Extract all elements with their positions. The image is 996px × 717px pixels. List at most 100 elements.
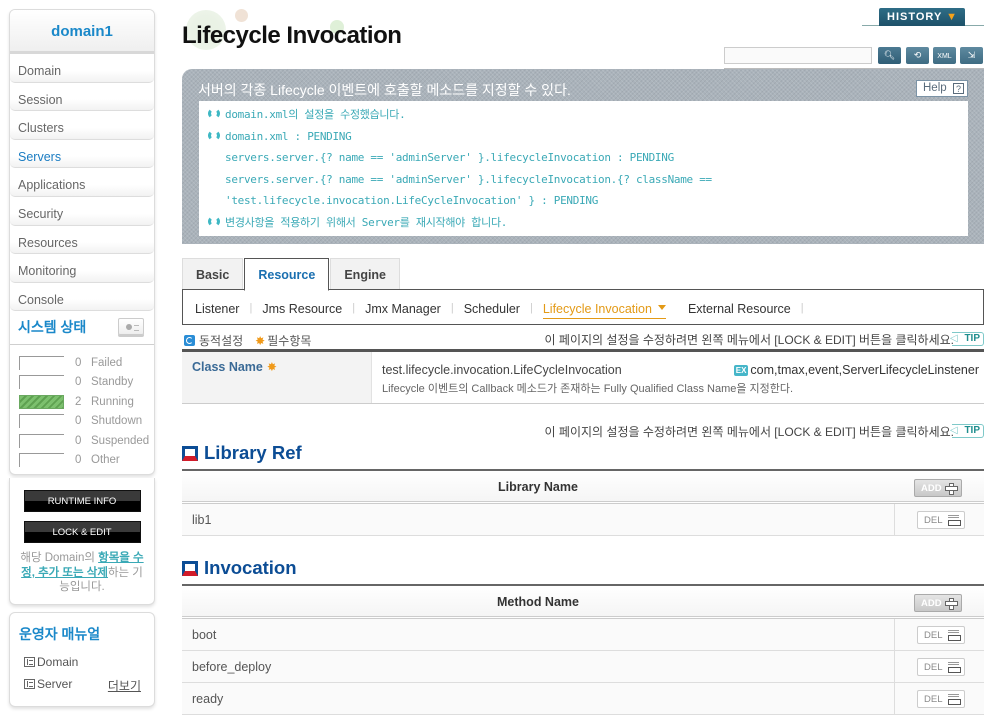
minus-icon — [948, 662, 961, 673]
sidebar-item-resources[interactable]: Resources — [10, 225, 154, 255]
sub-tabs: Listener | Jms Resource | Jmx Manager | Sch… — [182, 289, 984, 325]
manual-title: 운영자 매뉴얼 — [19, 626, 101, 642]
status-label: Other — [91, 453, 120, 466]
domain-name[interactable]: domain1 — [10, 10, 154, 54]
sidebar-item-clusters[interactable]: Clusters — [10, 111, 154, 140]
system-status-title: 시스템 상태 — [18, 319, 87, 336]
class-name-field: Class Name ✸ test.lifecycle.invocation.Li… — [182, 349, 984, 404]
manual-label: Server — [37, 677, 73, 691]
status-bar — [19, 433, 64, 448]
column-header: Library Name — [498, 480, 578, 494]
help-button[interactable]: Help ? — [916, 80, 968, 97]
subtab-scheduler[interactable]: Scheduler — [464, 302, 520, 324]
button-label: DEL — [924, 662, 943, 673]
plus-icon — [945, 483, 958, 495]
message-line: servers.server.{? name == 'adminServer' … — [208, 169, 968, 191]
subtab-jmx-manager[interactable]: Jmx Manager — [365, 302, 441, 324]
status-count: 2 — [75, 395, 82, 408]
search-button[interactable]: 🔍︎ — [878, 47, 901, 64]
sidebar-item-domain[interactable]: Domain — [10, 54, 154, 83]
status-label: Shutdown — [91, 415, 143, 428]
status-bar — [19, 394, 64, 409]
search-input[interactable] — [724, 47, 872, 64]
action-cell: DEL — [894, 619, 984, 650]
button-label: DEL — [924, 515, 943, 526]
button-label: DEL — [924, 694, 943, 705]
xml-export-icon: XML — [937, 53, 952, 60]
sidebar-item-security[interactable]: Security — [10, 196, 154, 226]
manual-link-domain[interactable]: Domain — [24, 655, 78, 669]
action-cell: DEL — [894, 651, 984, 682]
tab-resource[interactable]: Resource — [244, 258, 330, 291]
sidebar-item-servers[interactable]: Servers — [10, 139, 154, 169]
subtab-lifecycle-invocation[interactable]: Lifecycle Invocation — [542, 302, 666, 319]
status-row-failed: 0 Failed — [19, 353, 154, 372]
add-method-button[interactable]: ADD — [914, 594, 962, 612]
add-library-button[interactable]: ADD — [914, 479, 962, 497]
message-line: domain.xml의 설정을 수정했습니다. — [208, 104, 968, 126]
status-bar — [19, 452, 64, 467]
minus-icon — [948, 694, 961, 705]
status-bar — [19, 414, 64, 429]
tip-badge: TIP — [950, 332, 984, 346]
class-name-value-cell: test.lifecycle.invocation.LifeCycleInvoc… — [372, 352, 984, 403]
book-icon — [24, 679, 35, 689]
message-line: servers.server.{? name == 'adminServer' … — [208, 147, 968, 169]
tip-badge: TIP — [950, 424, 984, 438]
refresh-button[interactable]: ⟲ — [906, 47, 929, 64]
message-text: servers.server.{? name == 'adminServer' … — [225, 151, 674, 165]
status-label: Suspended — [91, 434, 150, 447]
subtab-label: Lifecycle Invocation — [542, 302, 652, 316]
status-count: 0 — [75, 357, 82, 370]
invocation-title: Invocation — [182, 557, 297, 579]
status-label: Standby — [91, 376, 134, 389]
message-text: domain.xml : PENDING — [225, 129, 352, 143]
runtime-info-button[interactable]: RUNTIME INFO — [23, 490, 141, 512]
more-link[interactable]: 더보기 — [108, 677, 141, 694]
table-row: before_deploy DEL — [182, 651, 984, 683]
sidebar-item-session[interactable]: Session — [10, 82, 154, 112]
method-name-cell: before_deploy — [192, 660, 272, 674]
sidebar-item-applications[interactable]: Applications — [10, 168, 154, 197]
tab-engine[interactable]: Engine — [330, 258, 401, 289]
subtab-jms-resource[interactable]: Jms Resource — [262, 302, 342, 324]
manual-link-server[interactable]: Server — [24, 677, 72, 691]
status-count: 0 — [75, 415, 82, 428]
history-area: HISTORY ▼ — [862, 8, 984, 26]
system-status-header: 시스템 상태 — [10, 311, 154, 346]
table-header: Library Name ADD — [182, 471, 984, 504]
table-header: Method Name ADD — [182, 586, 984, 619]
separator: | — [450, 302, 454, 314]
status-bar — [19, 356, 64, 371]
history-label: HISTORY — [887, 11, 943, 23]
example-text: com,tmax,event,ServerLifecycleLinstener — [750, 363, 979, 377]
action-cell: DEL — [894, 683, 984, 714]
dynamic-setting-label: 동적설정 — [199, 334, 244, 348]
subtab-listener[interactable]: Listener — [195, 302, 239, 324]
delete-method-button[interactable]: DEL — [917, 658, 965, 676]
delete-method-button[interactable]: DEL — [917, 626, 965, 644]
separator: | — [800, 302, 804, 314]
sidebar-item-console[interactable]: Console — [10, 282, 154, 312]
plus-icon — [945, 598, 958, 610]
delete-library-button[interactable]: DEL — [917, 511, 965, 529]
help-label: Help — [923, 82, 947, 94]
monitor-toggle-icon[interactable] — [118, 318, 144, 336]
subtab-external-resource[interactable]: External Resource — [688, 302, 791, 324]
history-button[interactable]: HISTORY ▼ — [879, 8, 965, 26]
method-name-cell: boot — [192, 628, 217, 642]
lock-edit-button[interactable]: LOCK & EDIT — [23, 521, 141, 543]
separator: | — [352, 302, 356, 314]
export-button[interactable]: ⇲ — [960, 47, 983, 64]
sidebar-item-monitoring[interactable]: Monitoring — [10, 254, 154, 283]
library-name-cell: lib1 — [192, 513, 212, 527]
chevron-down-icon: ▼ — [946, 11, 959, 23]
message-text: 변경사항을 적용하기 위해서 Server를 재시작해야 합니다. — [225, 215, 508, 229]
refresh-icon: ⟲ — [913, 50, 922, 60]
manual-label: Domain — [37, 655, 79, 669]
xml-export-button[interactable]: XML — [933, 47, 956, 64]
delete-method-button[interactable]: DEL — [917, 690, 965, 708]
tab-basic[interactable]: Basic — [182, 258, 244, 289]
message-line: domain.xml : PENDING — [208, 126, 968, 148]
minus-icon — [948, 515, 961, 526]
